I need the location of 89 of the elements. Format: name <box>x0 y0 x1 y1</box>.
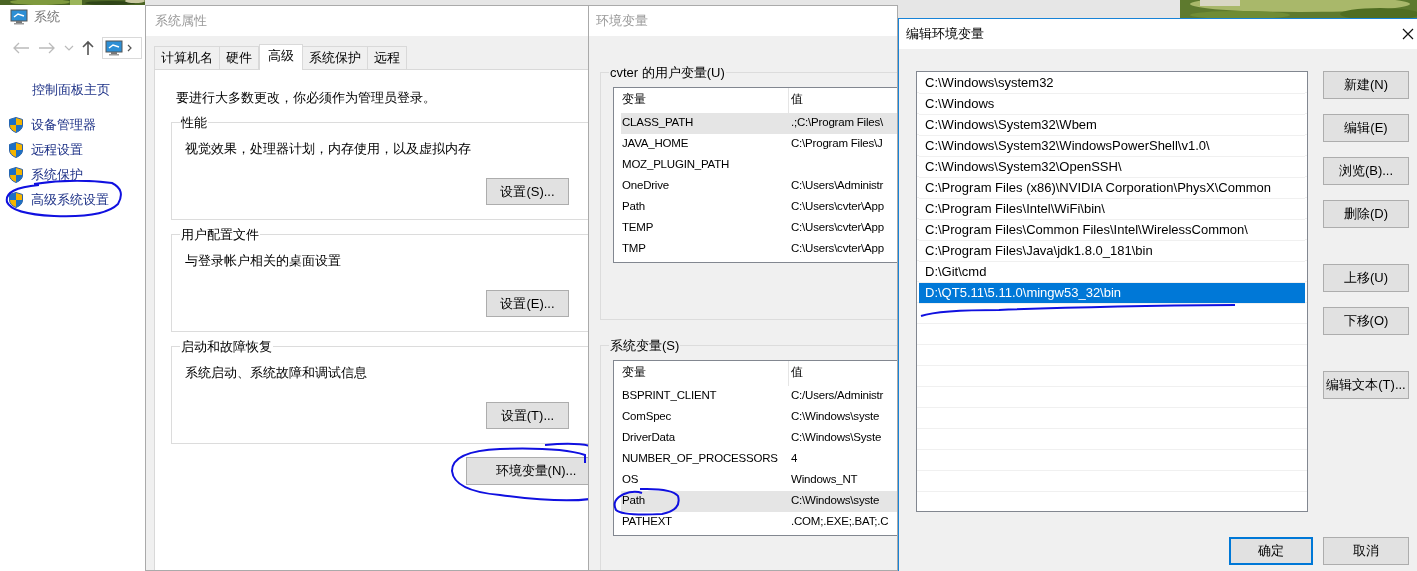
table-row[interactable]: DriverData C:\Windows\Syste <box>621 427 897 449</box>
tab[interactable]: 硬件 <box>219 46 259 69</box>
table-cell: Path <box>622 494 645 507</box>
tab[interactable]: 计算机名 <box>154 46 220 69</box>
table-cell-text: C:\Windows\Syste <box>790 430 882 446</box>
settings-button[interactable]: 设置(T)... <box>486 402 569 429</box>
monitor-icon <box>10 9 28 25</box>
table-cell: TMP <box>622 242 646 255</box>
list-item[interactable]: D:\QT5.11\5.11.0\mingw53_32\bin <box>919 283 1305 304</box>
table-cell: BSPRINT_CLIENT <box>622 389 717 402</box>
shield-icon <box>9 166 23 183</box>
ok-button[interactable]: 确定 <box>1229 537 1313 565</box>
column-header[interactable]: 值 <box>789 91 803 109</box>
dialog-button[interactable]: 编辑(E) <box>1323 114 1409 142</box>
nav-link[interactable]: 远程设置 <box>31 139 83 160</box>
shield-icon <box>9 141 23 158</box>
address-bar[interactable] <box>102 37 142 59</box>
table-cell: PATHEXT <box>622 515 672 528</box>
table-cell-text: C:\Users\cvter\App <box>790 241 884 257</box>
column-header[interactable]: 变量 <box>621 360 789 386</box>
window-title: 环境变量 <box>596 12 648 31</box>
table-cell: Path <box>622 200 645 213</box>
window-title: 系统属性 <box>155 12 207 31</box>
group-title: 性能 <box>180 114 208 132</box>
cancel-button[interactable]: 取消 <box>1323 537 1409 565</box>
table-row[interactable]: BSPRINT_CLIENT C:/Users/Administr <box>621 385 897 407</box>
table-cell-text: C:/Users/Administr <box>790 388 884 404</box>
table-cell-text: Windows_NT <box>790 472 858 488</box>
table-cell-text: C:\Windows\syste <box>790 493 880 509</box>
group-description: 与登录帐户相关的桌面设置 <box>184 251 342 270</box>
group-title: cvter 的用户变量(U) <box>609 64 726 82</box>
table-cell-text: .COM;.EXE;.BAT;.C <box>790 514 889 530</box>
nav-link[interactable]: 设备管理器 <box>31 114 96 135</box>
table-cell: JAVA_HOME <box>622 137 689 150</box>
settings-button[interactable]: 设置(E)... <box>486 290 569 317</box>
dialog-button[interactable]: 上移(U) <box>1323 264 1409 292</box>
group-description: 系统启动、系统故障和调试信息 <box>184 363 368 382</box>
tab[interactable]: 高级 <box>259 44 303 70</box>
up-icon[interactable] <box>82 40 94 56</box>
table-row[interactable]: CLASS_PATH .;C:\Program Files\ <box>621 112 897 134</box>
table-row[interactable]: PATHEXT .COM;.EXE;.BAT;.C <box>621 511 897 533</box>
notice-text: 要进行大多数更改，你必须作为管理员登录。 <box>175 89 437 107</box>
table-row[interactable]: Path C:\Users\cvter\App <box>621 196 897 218</box>
table-cell-text: C:\Users\Administr <box>790 178 884 194</box>
column-header[interactable]: 值 <box>789 364 803 382</box>
window-title: 系统 <box>34 8 60 27</box>
table-cell: NUMBER_OF_PROCESSORS <box>622 452 778 465</box>
table-cell: OneDrive <box>622 179 669 192</box>
table-cell-text: C:\Windows\syste <box>790 409 880 425</box>
close-icon[interactable] <box>1402 28 1414 40</box>
group-description: 视觉效果，处理器计划，内存使用，以及虚拟内存 <box>184 139 472 158</box>
dialog-button[interactable]: 浏览(B)... <box>1323 157 1409 185</box>
table-row[interactable]: ComSpec C:\Windows\syste <box>621 406 897 428</box>
table-cell: MOZ_PLUGIN_PATH <box>622 158 730 171</box>
monitor-icon <box>105 40 123 56</box>
nav-link[interactable]: 高级系统设置 <box>31 189 109 210</box>
table-cell-text: C:\Users\cvter\App <box>790 199 884 215</box>
shield-icon <box>9 116 23 133</box>
group-title: 系统变量(S) <box>609 337 681 355</box>
window-title: 编辑环境变量 <box>906 25 984 44</box>
table-row[interactable]: OneDrive C:\Users\Administr <box>621 175 897 197</box>
table-row[interactable]: OS Windows_NT <box>621 469 897 491</box>
table-cell-text: 4 <box>790 451 798 467</box>
settings-button[interactable]: 设置(S)... <box>486 178 569 205</box>
table-cell: DriverData <box>622 431 675 444</box>
dialog-button[interactable]: 新建(N) <box>1323 71 1409 99</box>
table-row[interactable]: TEMP C:\Users\cvter\App <box>621 217 897 239</box>
dialog-button[interactable]: 删除(D) <box>1323 200 1409 228</box>
column-header[interactable]: 变量 <box>621 87 789 113</box>
table-cell-text: C:\Program Files\J <box>790 136 883 152</box>
dialog-button[interactable]: 下移(O) <box>1323 307 1409 335</box>
table-cell: ComSpec <box>622 410 672 423</box>
table-row[interactable]: JAVA_HOME C:\Program Files\J <box>621 133 897 155</box>
table-row[interactable]: Path C:\Windows\syste <box>621 490 897 512</box>
chevron-right-icon <box>127 44 132 52</box>
home-link[interactable]: 控制面板主页 <box>0 80 145 104</box>
group-title: 启动和故障恢复 <box>180 338 273 356</box>
table-cell-text: C:\Users\cvter\App <box>790 220 884 236</box>
environment-variables-button[interactable]: 环境变量(N)... <box>466 457 589 485</box>
table-cell: TEMP <box>622 221 654 234</box>
dialog-button[interactable]: 编辑文本(T)... <box>1323 371 1409 399</box>
table-cell-text: .;C:\Program Files\ <box>790 115 884 131</box>
table-row[interactable]: TMP C:\Users\cvter\App <box>621 238 897 260</box>
table-row[interactable]: MOZ_PLUGIN_PATH <box>621 154 897 176</box>
table-cell: CLASS_PATH <box>622 116 694 129</box>
group-title: 用户配置文件 <box>180 226 260 244</box>
tab[interactable]: 远程 <box>367 46 407 69</box>
table-row[interactable]: NUMBER_OF_PROCESSORS 4 <box>621 448 897 470</box>
table-cell: OS <box>622 473 639 486</box>
